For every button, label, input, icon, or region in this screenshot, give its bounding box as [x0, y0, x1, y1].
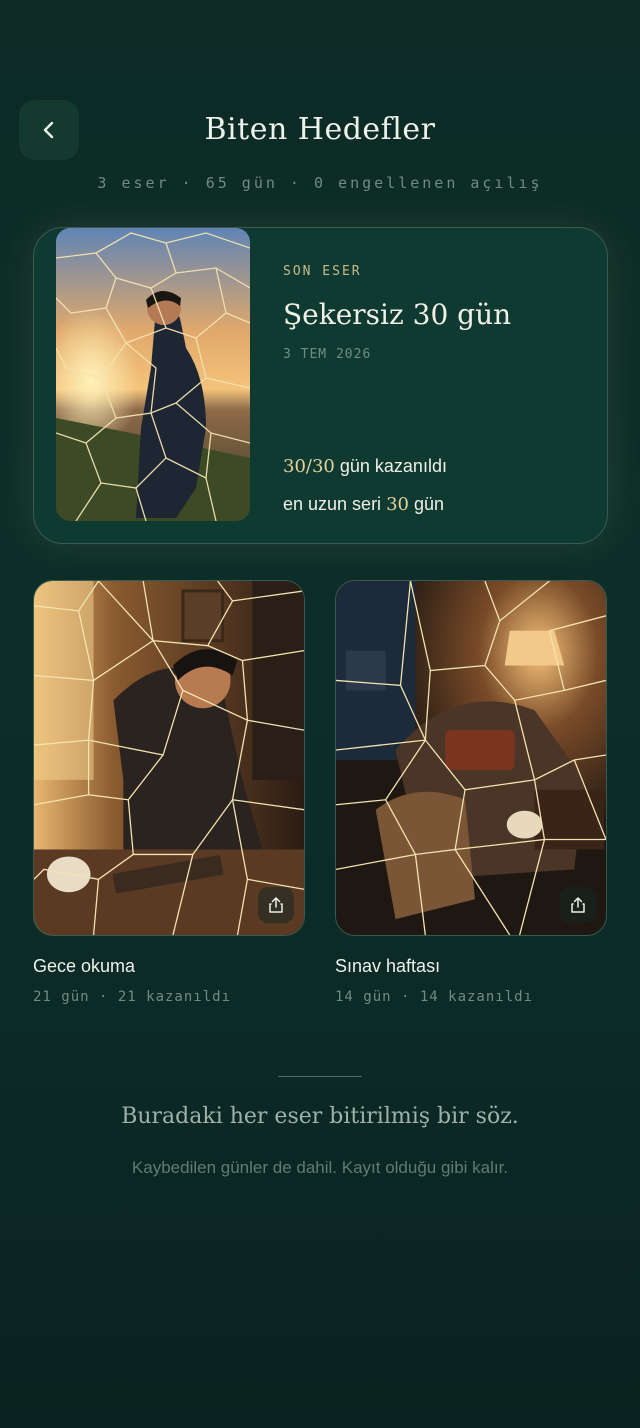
- latest-work-card[interactable]: SON ESER Şekersiz 30 gün 3 TEM 2026 30/3…: [33, 227, 608, 544]
- page-title: Biten Hedefler: [204, 112, 436, 147]
- streak-prefix: en uzun seri: [283, 494, 387, 514]
- work-card-meta: 21 gün · 21 kazanıldı: [33, 989, 232, 1005]
- latest-work-kicker: SON ESER: [283, 264, 362, 279]
- share-button[interactable]: [258, 887, 294, 923]
- streak-value: 30: [386, 494, 409, 515]
- latest-work-date: 3 TEM 2026: [283, 347, 372, 362]
- days-won-value: 30/30: [283, 456, 335, 477]
- work-card-title: Gece okuma: [33, 956, 136, 976]
- latest-work-title: Şekersiz 30 gün: [283, 298, 512, 331]
- streak-suffix: gün: [408, 494, 445, 514]
- work-card-meta: 14 gün · 14 kazanıldı: [335, 989, 534, 1005]
- work-card-image: [335, 580, 607, 936]
- days-won-line: 30/30 gün kazanıldı: [283, 456, 447, 477]
- work-card-image: [33, 580, 305, 936]
- share-icon: [571, 897, 585, 913]
- share-button[interactable]: [560, 887, 596, 923]
- footer-note: Kaybedilen günler de dahil. Kayıt olduğu…: [131, 1158, 509, 1177]
- days-won-label: gün kazanıldı: [334, 456, 447, 476]
- share-icon: [269, 897, 283, 913]
- work-card-night-reading[interactable]: Gece okuma 21 gün · 21 kazanıldı: [33, 580, 305, 1005]
- work-card-title: Sınav haftası: [335, 956, 441, 976]
- latest-work-image: [56, 228, 250, 521]
- stats-summary: 3 eser · 65 gün · 0 engellenen açılış: [97, 174, 543, 192]
- work-card-exam-week[interactable]: Sınav haftası 14 gün · 14 kazanıldı: [335, 580, 607, 1005]
- longest-streak-line: en uzun seri 30 gün: [283, 494, 444, 515]
- divider: [278, 1076, 362, 1077]
- footer-quote: Buradaki her eser bitirilmiş bir söz.: [121, 1104, 519, 1129]
